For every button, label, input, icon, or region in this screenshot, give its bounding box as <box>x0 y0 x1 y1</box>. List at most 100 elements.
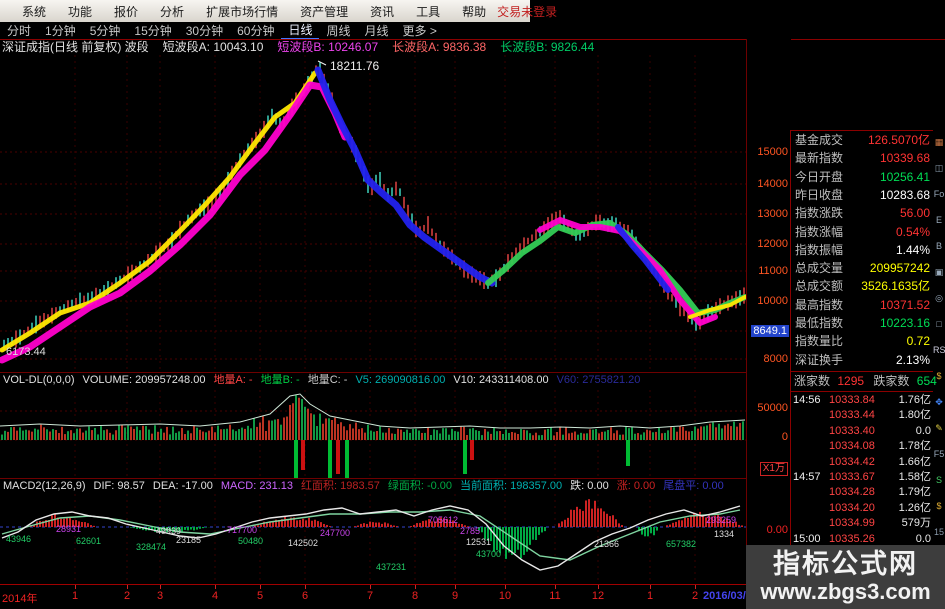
quote-row-8[interactable]: 总成交额 3526.1635亿 <box>791 277 933 295</box>
macd-pane[interactable]: 43946 28931 62601 328474 49939 23185 -717700 50… <box>0 494 746 584</box>
svg-text:18211.76: 18211.76 <box>330 59 379 73</box>
tick-price: 10334.42 <box>829 455 875 468</box>
period-tab-3[interactable]: 15分钟 <box>127 22 178 39</box>
side-icon-15[interactable]: 15 <box>933 520 945 546</box>
vol-header-span-6: V10: 243311408.00 <box>453 374 549 386</box>
quote-row-4[interactable]: 指数涨跌 56.00 <box>791 204 933 222</box>
side-icon-11[interactable]: ✎ <box>933 416 945 442</box>
stock-header-field-2: 长波段A: 9836.38 <box>392 40 487 54</box>
period-tab-6[interactable]: 日线 <box>281 21 320 40</box>
quote-row-label: 最低指数 <box>795 316 844 330</box>
tick-row-7[interactable]: 10334.20 1.26亿 <box>791 500 933 516</box>
tick-row-6[interactable]: 10334.28 1.79亿 <box>791 484 933 500</box>
x-axis-tickmark <box>695 585 696 589</box>
quote-row-value: 0.54% <box>895 224 930 239</box>
x-axis-year-label: 2014年 <box>2 593 38 605</box>
menu-item-2[interactable]: 报价 <box>103 3 149 20</box>
quote-row-9[interactable]: 最高指数 10371.52 <box>791 296 933 314</box>
tick-row-8[interactable]: 10334.99 579万 <box>791 515 933 531</box>
quote-row-10[interactable]: 最低指数 10223.16 <box>791 314 933 332</box>
menu-item-4[interactable]: 扩展市场行情 <box>195 3 289 20</box>
side-icon-9[interactable]: $ <box>933 364 945 390</box>
side-icon-12[interactable]: F5 <box>933 442 945 468</box>
quote-row-5[interactable]: 指数涨幅 0.54% <box>791 223 933 241</box>
side-icon-13[interactable]: S <box>933 468 945 494</box>
quote-row-label: 今日开盘 <box>795 169 844 184</box>
period-tab-7[interactable]: 周线 <box>319 22 357 39</box>
side-icon-14[interactable]: $ <box>933 494 945 520</box>
quote-row-value: 1.44% <box>895 242 930 257</box>
quote-row-value: 10223.16 <box>879 316 930 330</box>
quote-row-2[interactable]: 今日开盘 10256.41 <box>791 168 933 186</box>
tick-price: 10334.99 <box>829 517 875 530</box>
menu-item-8[interactable]: 帮助 <box>451 3 497 20</box>
tick-row-1[interactable]: 10333.44 1.80亿 <box>791 407 933 423</box>
menu-item-0[interactable]: 系统 <box>11 3 57 20</box>
period-tab-9[interactable]: 更多 > <box>396 22 444 39</box>
tick-row-5[interactable]: 14:57 10333.67 1.58亿 <box>791 469 933 485</box>
period-tab-5[interactable]: 60分钟 <box>230 22 281 39</box>
quote-row-1[interactable]: 最新指数 10339.68 <box>791 149 933 167</box>
period-tab-8[interactable]: 月线 <box>358 22 396 39</box>
side-icon-3[interactable]: E <box>933 208 945 234</box>
x-axis-month-tick: 11 <box>549 590 561 602</box>
menu-item-1[interactable]: 功能 <box>57 3 103 20</box>
side-icon-0[interactable]: ▦ <box>933 130 945 156</box>
svg-text:50480: 50480 <box>238 536 263 546</box>
x-axis-tickmark <box>415 585 416 589</box>
x-axis-tickmark <box>555 585 556 589</box>
x-axis-month-tick: 2 <box>123 590 131 602</box>
x-axis-tickmark <box>305 585 306 589</box>
menu-item-6[interactable]: 资讯 <box>359 3 405 20</box>
menu-item-5[interactable]: 资产管理 <box>289 3 359 20</box>
tick-price: 10334.20 <box>829 501 875 514</box>
side-icon-5[interactable]: ▣ <box>933 260 945 286</box>
side-icon-strip: ▦◫FoEB▣◎□RS$✥✎F5S$1530 <box>933 130 945 590</box>
quote-row-value: 126.5070亿 <box>867 133 930 147</box>
menu-item-3[interactable]: 分析 <box>149 3 195 20</box>
tick-price: 10333.67 <box>829 471 875 483</box>
side-icon-8[interactable]: RS <box>933 338 945 364</box>
quote-row-7[interactable]: 总成交量 209957242 <box>791 259 933 277</box>
quote-row-11[interactable]: 指数量比 0.72 <box>791 332 933 350</box>
stock-header-field-3: 长波段B: 9826.44 <box>500 40 595 54</box>
tick-amount: 1.76亿 <box>898 394 931 406</box>
side-icon-7[interactable]: □ <box>933 312 945 338</box>
down-count-label: 跌家数 <box>873 374 910 388</box>
quote-row-3[interactable]: 昨日收盘 10283.68 <box>791 186 933 204</box>
macd-header-span-2: DEA: -17.00 <box>152 480 213 492</box>
y-axis-label: 11000 <box>758 265 788 277</box>
menu-item-7[interactable]: 工具 <box>405 3 451 20</box>
side-icon-6[interactable]: ◎ <box>933 286 945 312</box>
watermark-banner: 指标公式网 www.zbgs3.com <box>746 545 945 609</box>
svg-text:21366: 21366 <box>594 539 619 549</box>
period-tab-2[interactable]: 5分钟 <box>83 22 128 39</box>
tick-row-0[interactable]: 14:56 10333.84 1.76亿 <box>791 392 933 408</box>
side-icon-1[interactable]: ◫ <box>933 156 945 182</box>
up-count-value: 1295 <box>837 374 865 388</box>
period-tab-1[interactable]: 1分钟 <box>38 22 83 39</box>
svg-text:23185: 23185 <box>176 535 201 545</box>
side-icon-4[interactable]: B <box>933 234 945 260</box>
side-icon-10[interactable]: ✥ <box>933 390 945 416</box>
main-candlestick-pane[interactable]: 18211.76 6173.44 <box>0 55 746 372</box>
period-tab-0[interactable]: 分时 <box>0 22 38 39</box>
quote-row-12[interactable]: 深证换手 2.13% <box>791 351 933 369</box>
quote-row-0[interactable]: 基金成交 126.5070亿 <box>791 131 933 149</box>
period-tab-4[interactable]: 30分钟 <box>179 22 230 39</box>
quote-row-6[interactable]: 指数振幅 1.44% <box>791 241 933 259</box>
tick-row-3[interactable]: 10334.08 1.78亿 <box>791 438 933 454</box>
tick-row-4[interactable]: 10334.42 1.66亿 <box>791 454 933 470</box>
tick-time: 14:56 <box>793 394 821 406</box>
tick-price: 10333.40 <box>829 424 875 437</box>
tick-row-2[interactable]: 10333.40 0.0 <box>791 423 933 439</box>
quote-panel: 涨家数 1295 跌家数 654 基金成交 126.5070亿 最新指数 10339.… <box>790 130 937 609</box>
tick-amount: 1.66亿 <box>898 455 931 468</box>
login-status[interactable]: 交易未登录 <box>497 3 557 20</box>
tick-amount: 0.0 <box>915 424 931 437</box>
quote-row-label: 指数振幅 <box>795 242 844 257</box>
stock-header-field-1: 短波段B: 10246.07 <box>277 40 379 54</box>
menu-items: 系统 功能 报价 分析 扩展市场行情 资产管理 资讯 工具 帮助 <box>11 3 497 20</box>
side-icon-2[interactable]: Fo <box>933 182 945 208</box>
volume-pane[interactable] <box>0 390 746 478</box>
